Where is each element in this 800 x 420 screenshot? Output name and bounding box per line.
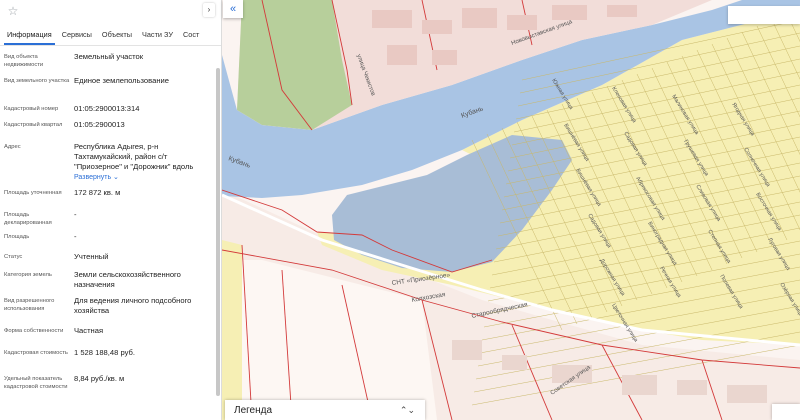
attribute-value-wrap: Частная [74,326,210,348]
legend-button[interactable]: Легенда ⌃⌄ [225,400,425,420]
tab-1[interactable]: Сервисы [59,30,95,45]
attribute-row: Площадь уточненная 172 872 кв. м [0,188,216,210]
attribute-row: Кадастровый номер 01:05:2900013:314 [0,104,216,120]
attribute-value-wrap: 01:05:2900013:314 [74,104,210,120]
attribute-label: Площадь декларированная [4,212,52,226]
attribute-label: Вид земельного участка [4,78,70,84]
attribute-value: Единое землепользование [74,76,169,85]
attribute-label: Кадастровый квартал [4,122,63,128]
tab-3[interactable]: Части ЗУ [139,30,176,45]
attribute-label: Категория земель [4,272,52,278]
attribute-value: 172 872 кв. м [74,188,121,197]
attribute-value: Земли сельскохозяйственного назначения [74,270,181,289]
attribute-row: Категория земель Земли сельскохозяйственн… [0,270,216,296]
legend-label: Легенда [234,404,273,416]
attribute-value-wrap: Земельный участок [74,52,210,76]
attribute-value-wrap: 1 528 188,48 руб. [74,348,210,374]
attribute-row: Площадь - [0,232,216,252]
expand-link-label: Развернуть [74,174,112,181]
attribute-row: Адрес Республика Адыгея, р-н Тахтамукайск… [0,142,216,188]
attribute-label: Площадь [4,234,30,240]
attribute-label: Площадь уточненная [4,190,62,196]
expand-link[interactable]: Развернуть ⌄ [74,173,119,183]
attribute-row: Статус Учтенный [0,252,216,270]
tab-bar: Информация Сервисы Объекты Части ЗУ Сост [0,24,221,46]
attribute-value-wrap: Единое землепользование [74,76,210,104]
attribute-value: Учтенный [74,252,109,261]
attribute-value: - [74,232,77,241]
attribute-label: Форма собственности [4,328,64,334]
attribute-label: Кадастровый номер [4,106,59,112]
attribute-value-wrap: - [74,210,210,232]
cadastral-map[interactable]: Кубань Кубань СНТ «Приозёрное» Колхозска… [222,0,800,420]
attribute-value-wrap: 8,84 руб./кв. м [74,374,210,394]
attribute-value: Земельный участок [74,52,144,61]
attribute-value-wrap: - [74,232,210,252]
attribute-value: 1 528 188,48 руб. [74,348,135,357]
tab-0[interactable]: Информация [4,30,55,45]
attribute-value-wrap: 01:05:2900013 [74,120,210,142]
green-area [237,0,352,130]
attribute-row: Форма собственности Частная [0,326,216,348]
panel-scrollbar[interactable] [216,68,220,396]
chevron-down-icon: ⌄ [111,174,119,181]
attribute-value: 01:05:2900013 [74,120,125,129]
attribute-row: Вид земельного участка Единое землепользо… [0,76,216,104]
parcel-zone-west [222,240,242,420]
info-panel: ☆ Информация Сервисы Объекты Части ЗУ Сост ›… [0,0,222,420]
attribute-value-wrap: Республика Адыгея, р-н Тахтамукайский, р… [74,142,210,188]
map-control[interactable] [772,404,800,420]
attribute-row: Кадастровая стоимость 1 528 188,48 руб. [0,348,216,374]
chevron-right-icon[interactable]: › [203,3,215,17]
attribute-label: Статус [4,254,23,260]
attribute-value: Для ведения личного подсобного хозяйства [74,296,192,315]
attribute-value: - [74,210,77,219]
chevron-updown-icon: ⌃⌄ [399,404,415,415]
attribute-list: Вид объекта недвижимости Земельный участо… [0,52,216,394]
attribute-value: 01:05:2900013:314 [74,104,140,113]
attribute-label: Удельный показатель кадастровой стоимост… [4,376,68,390]
map-search-box[interactable] [728,6,800,24]
map-canvas[interactable]: Кубань Кубань СНТ «Приозёрное» Колхозска… [222,0,800,420]
attribute-row: Удельный показатель кадастровой стоимост… [0,374,216,394]
attribute-label: Вид объекта недвижимости [4,54,44,68]
attribute-value: 8,84 руб./кв. м [74,374,125,383]
attribute-value: Республика Адыгея, р-н Тахтамукайский, р… [74,142,194,171]
attribute-value-wrap: Земли сельскохозяйственного назначения [74,270,210,296]
attribute-label: Адрес [4,144,21,150]
tab-2[interactable]: Объекты [99,30,135,45]
attribute-value-wrap: Для ведения личного подсобного хозяйства [74,296,210,326]
attribute-value-wrap: Учтенный [74,252,210,270]
attribute-row: Вид разрешенного использования Для ведени… [0,296,216,326]
attribute-value: Частная [74,326,104,335]
attribute-value-wrap: 172 872 кв. м [74,188,210,210]
star-icon[interactable]: ☆ [6,4,20,18]
attribute-row: Площадь декларированная - [0,210,216,232]
tab-4[interactable]: Сост [180,30,202,45]
attribute-row: Кадастровый квартал 01:05:2900013 [0,120,216,142]
attribute-label: Кадастровая стоимость [4,350,68,356]
attribute-row: Вид объекта недвижимости Земельный участо… [0,52,216,76]
collapse-panel-button[interactable]: « [223,0,243,18]
attribute-label: Вид разрешенного использования [4,298,55,312]
